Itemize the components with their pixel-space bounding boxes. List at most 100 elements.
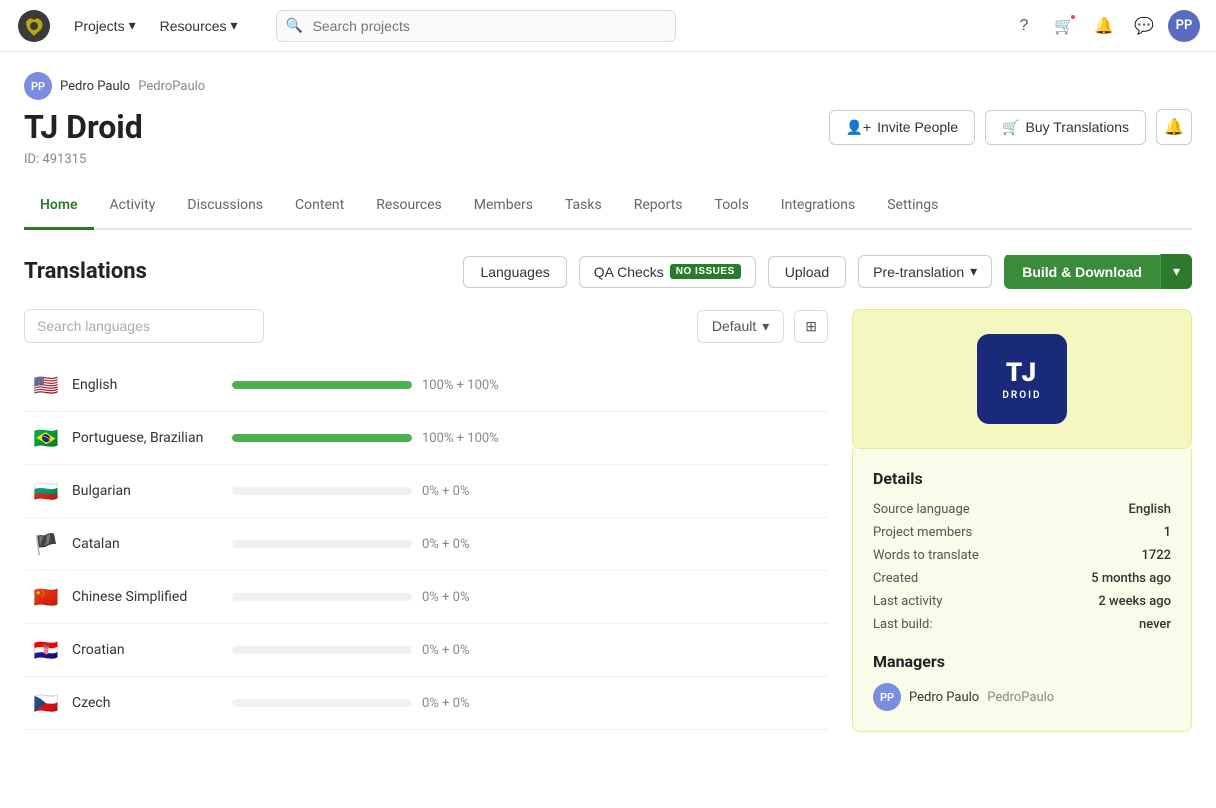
- tab-resources[interactable]: Resources: [360, 183, 458, 230]
- tab-content[interactable]: Content: [279, 183, 360, 230]
- language-name: Bulgarian: [72, 483, 232, 499]
- project-members-row: Project members 1: [873, 525, 1171, 540]
- tab-members[interactable]: Members: [458, 183, 549, 230]
- words-to-translate-label: Words to translate: [873, 548, 979, 563]
- sort-button[interactable]: Default ▾: [697, 310, 784, 343]
- progress-bar-background: [232, 487, 412, 495]
- last-activity-label: Last activity: [873, 594, 942, 609]
- languages-button[interactable]: Languages: [463, 256, 566, 288]
- progress-bar-background: [232, 646, 412, 654]
- invite-people-button[interactable]: 👤+ Invite People: [829, 110, 976, 145]
- person-add-icon: 👤+: [846, 119, 872, 136]
- progress-bar-background: [232, 540, 412, 548]
- search-languages-input[interactable]: [24, 309, 264, 343]
- projects-label: Projects: [74, 18, 125, 34]
- manager-username: PedroPaulo: [987, 690, 1054, 705]
- user-avatar[interactable]: PP: [1168, 10, 1200, 42]
- language-flag: 🇧🇷: [32, 426, 60, 450]
- created-value: 5 months ago: [1091, 571, 1171, 586]
- language-flag: 🇺🇸: [32, 373, 60, 397]
- language-name: Chinese Simplified: [72, 589, 232, 605]
- language-row[interactable]: 🇨🇳 Chinese Simplified 0% + 0%: [24, 571, 828, 624]
- last-build-value: never: [1139, 617, 1171, 632]
- pretranslation-chevron-icon: ▾: [970, 263, 977, 280]
- sort-chevron-icon: ▾: [762, 318, 769, 335]
- created-label: Created: [873, 571, 918, 586]
- language-stats: 100% + 100%: [422, 431, 499, 446]
- language-stats: 0% + 0%: [422, 590, 469, 605]
- language-row[interactable]: 🇧🇷 Portuguese, Brazilian 100% + 100%: [24, 412, 828, 465]
- languages-list: 🇺🇸 English 100% + 100% 🇧🇷 Portuguese, Br…: [24, 359, 828, 730]
- project-bell-button[interactable]: 🔔: [1156, 109, 1192, 145]
- language-row[interactable]: 🇺🇸 English 100% + 100%: [24, 359, 828, 412]
- lang-toolbar: Default ▾ ⊞: [24, 309, 828, 343]
- project-actions: 👤+ Invite People 🛒 Buy Translations 🔔: [829, 109, 1193, 145]
- resources-menu[interactable]: Resources ▾: [150, 11, 248, 40]
- details-section: Details Source language English Project …: [852, 449, 1192, 732]
- language-progress-wrap: 100% + 100%: [232, 378, 820, 393]
- language-flag: 🏴: [32, 532, 60, 556]
- tabs: Home Activity Discussions Content Resour…: [24, 183, 1192, 230]
- project-owner: PP Pedro Paulo PedroPaulo: [24, 72, 1192, 100]
- logo-line1: TJ: [1006, 358, 1038, 388]
- language-progress-wrap: 0% + 0%: [232, 484, 820, 499]
- projects-menu[interactable]: Projects ▾: [64, 11, 146, 40]
- last-activity-row: Last activity 2 weeks ago: [873, 594, 1171, 609]
- managers-section: Managers PP Pedro Paulo PedroPaulo: [873, 652, 1171, 711]
- resources-label: Resources: [160, 18, 227, 34]
- project-members-label: Project members: [873, 525, 972, 540]
- language-row[interactable]: 🏴 Catalan 0% + 0%: [24, 518, 828, 571]
- language-flag: 🇧🇬: [32, 479, 60, 503]
- pretranslation-button[interactable]: Pre-translation ▾: [858, 255, 992, 288]
- tab-discussions[interactable]: Discussions: [171, 183, 279, 230]
- tab-home[interactable]: Home: [24, 183, 94, 230]
- owner-username: PedroPaulo: [138, 79, 205, 94]
- tab-integrations[interactable]: Integrations: [765, 183, 871, 230]
- language-row[interactable]: 🇧🇬 Bulgarian 0% + 0%: [24, 465, 828, 518]
- last-build-label: Last build:: [873, 617, 933, 632]
- help-button[interactable]: ?: [1008, 10, 1040, 42]
- project-logo: TJ DROID: [852, 309, 1192, 449]
- language-flag: 🇨🇿: [32, 691, 60, 715]
- build-dropdown-arrow[interactable]: ▾: [1160, 254, 1192, 289]
- languages-panel: Default ▾ ⊞ 🇺🇸 English 100% + 100% 🇧🇷: [24, 309, 828, 732]
- language-progress-wrap: 0% + 0%: [232, 696, 820, 711]
- languages-label: Languages: [480, 264, 549, 280]
- language-row[interactable]: 🇨🇿 Czech 0% + 0%: [24, 677, 828, 730]
- invite-people-label: Invite People: [877, 119, 958, 135]
- bell-icon: 🔔: [1164, 117, 1184, 137]
- build-download-button[interactable]: Build & Download ▾: [1004, 254, 1192, 289]
- cart-notification-dot: [1069, 13, 1077, 21]
- message-icon: 💬: [1134, 16, 1154, 36]
- view-toggle-button[interactable]: ⊞: [794, 310, 828, 343]
- logo-line2: DROID: [1002, 390, 1041, 401]
- progress-bar-background: [232, 434, 412, 442]
- project-id: ID: 491315: [24, 152, 1192, 183]
- main-content: Default ▾ ⊞ 🇺🇸 English 100% + 100% 🇧🇷: [24, 309, 1192, 732]
- upload-button[interactable]: Upload: [768, 256, 846, 288]
- project-title: TJ Droid: [24, 108, 143, 146]
- messages-button[interactable]: 💬: [1128, 10, 1160, 42]
- build-main-action[interactable]: Build & Download: [1004, 255, 1160, 289]
- topnav: Projects ▾ Resources ▾ 🔍 ? 🛒 🔔 💬 PP: [0, 0, 1216, 52]
- language-stats: 0% + 0%: [422, 643, 469, 658]
- logo-box: TJ DROID: [977, 334, 1067, 424]
- language-row[interactable]: 🇭🇷 Croatian 0% + 0%: [24, 624, 828, 677]
- projects-chevron-icon: ▾: [129, 17, 136, 34]
- language-flag: 🇨🇳: [32, 585, 60, 609]
- notifications-button[interactable]: 🔔: [1088, 10, 1120, 42]
- store-button[interactable]: 🛒: [1048, 10, 1080, 42]
- tab-settings[interactable]: Settings: [871, 183, 954, 230]
- qa-checks-button[interactable]: QA Checks NO ISSUES: [579, 256, 756, 288]
- tab-activity[interactable]: Activity: [94, 183, 172, 230]
- buy-translations-button[interactable]: 🛒 Buy Translations: [985, 110, 1146, 145]
- search-input[interactable]: [276, 10, 676, 42]
- tab-tasks[interactable]: Tasks: [549, 183, 618, 230]
- buy-translations-label: Buy Translations: [1026, 119, 1130, 135]
- source-language-row: Source language English: [873, 502, 1171, 517]
- tab-tools[interactable]: Tools: [699, 183, 765, 230]
- owner-avatar: PP: [24, 72, 52, 100]
- app-logo[interactable]: [16, 8, 52, 44]
- tab-reports[interactable]: Reports: [618, 183, 699, 230]
- upload-label: Upload: [785, 264, 829, 280]
